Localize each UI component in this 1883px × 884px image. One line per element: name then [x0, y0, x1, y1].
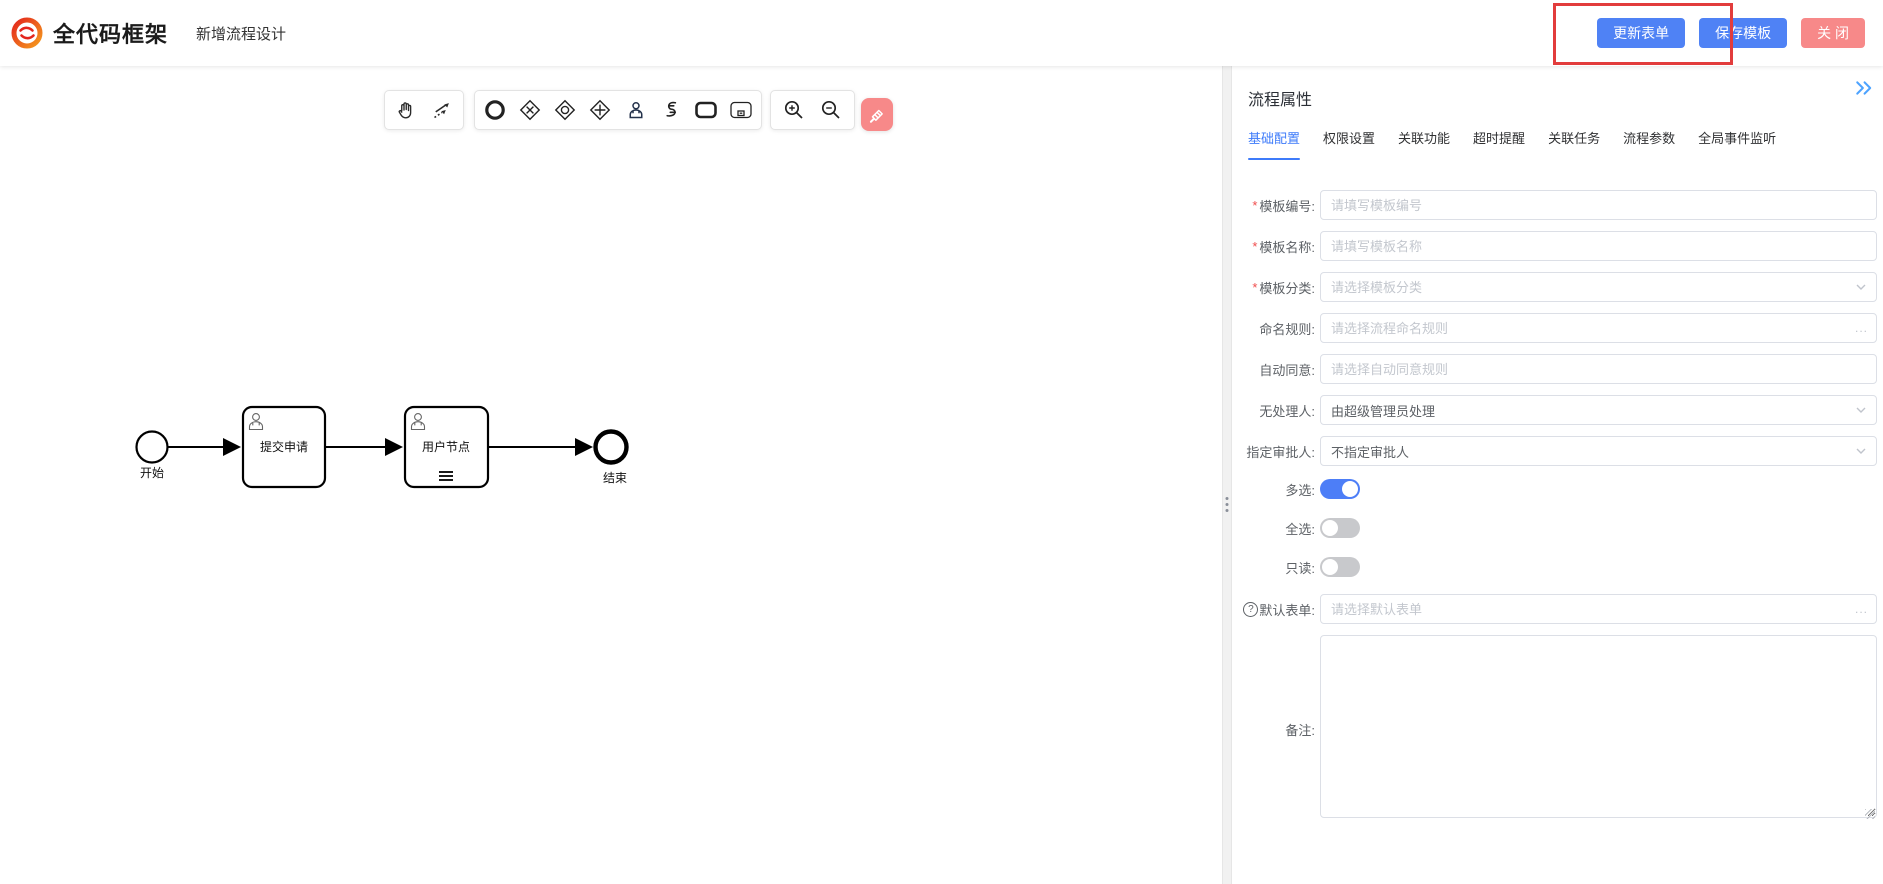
default-form-input[interactable] — [1320, 594, 1877, 624]
field-label: 指定审批人: — [1232, 442, 1320, 461]
paint-brush-icon — [868, 106, 886, 124]
form-row: * 模板名称: — [1232, 231, 1877, 261]
form-row: 指定审批人: — [1232, 436, 1877, 466]
collapse-panel-button[interactable] — [1853, 78, 1875, 100]
process-properties-panel: 流程属性 基础配置 权限设置 关联功能 超时提醒 关联任务 流程参数 全局事件监… — [1232, 66, 1883, 884]
toolbar-group-zoom — [770, 90, 855, 130]
form-row: 多选: — [1232, 477, 1877, 501]
assigned-approver-select[interactable] — [1320, 436, 1877, 466]
multi-select-toggle[interactable] — [1320, 479, 1360, 499]
user-task-node[interactable]: 提交申请 — [243, 407, 325, 487]
required-asterisk: * — [1252, 280, 1257, 295]
no-handler-select[interactable] — [1320, 395, 1877, 425]
tab-related-tasks[interactable]: 关联任务 — [1548, 128, 1600, 160]
start-event-icon[interactable] — [480, 95, 510, 125]
start-event-label: 开始 — [140, 466, 164, 480]
user-task-node[interactable]: 用户节点 — [405, 407, 488, 487]
template-category-select[interactable] — [1320, 272, 1877, 302]
field-label: 备注: — [1232, 720, 1320, 739]
zoom-out-icon[interactable] — [816, 95, 846, 125]
tab-related-functions[interactable]: 关联功能 — [1398, 128, 1450, 160]
panel-resize-handle[interactable] — [1222, 66, 1232, 884]
field-label: * 模板名称: — [1232, 237, 1320, 256]
field-label: * 模板编号: — [1232, 196, 1320, 215]
tab-global-event-listener[interactable]: 全局事件监听 — [1698, 128, 1776, 160]
remark-textarea[interactable] — [1320, 635, 1877, 818]
end-event-node[interactable]: 结束 — [596, 432, 628, 486]
bpmn-canvas[interactable]: 开始 提交申请 用户节点 — [0, 66, 1222, 884]
help-icon[interactable]: ? — [1243, 602, 1258, 617]
task-label: 用户节点 — [422, 439, 470, 454]
form-row: * 模板编号: — [1232, 190, 1877, 220]
bpmn-diagram: 开始 提交申请 用户节点 — [100, 376, 680, 526]
beautify-button[interactable] — [861, 98, 893, 131]
form-row: 无处理人: — [1232, 395, 1877, 425]
select-all-toggle[interactable] — [1320, 518, 1360, 538]
update-form-button[interactable]: 更新表单 — [1597, 18, 1685, 48]
form-row: 自动同意: — [1232, 354, 1877, 384]
hand-tool-icon[interactable] — [391, 95, 421, 125]
panel-title: 流程属性 — [1248, 86, 1312, 110]
app-header: 全代码框架 新增流程设计 更新表单 保存模板 关 闭 — [0, 0, 1883, 66]
field-label: 命名规则: — [1232, 319, 1320, 338]
toolbar-group-elements — [474, 90, 762, 130]
template-name-input[interactable] — [1320, 231, 1877, 261]
tab-basic-config[interactable]: 基础配置 — [1248, 128, 1300, 160]
form-row: 全选: — [1232, 516, 1877, 540]
header-actions: 更新表单 保存模板 关 闭 — [1597, 18, 1867, 48]
double-chevron-right-icon — [1855, 80, 1873, 96]
tab-process-parameters[interactable]: 流程参数 — [1623, 128, 1675, 160]
field-label: 全选: — [1232, 519, 1320, 538]
user-task-icon[interactable] — [621, 95, 651, 125]
template-code-input[interactable] — [1320, 190, 1877, 220]
brand-name: 全代码框架 — [53, 17, 168, 49]
basic-config-form: * 模板编号: * 模板名称: * 模板分类: — [1232, 190, 1883, 834]
field-label: ? 默认表单: — [1232, 600, 1320, 619]
naming-rule-input[interactable] — [1320, 313, 1877, 343]
end-event-label: 结束 — [603, 471, 627, 485]
form-row: 命名规则: ... — [1232, 313, 1877, 343]
zoom-in-icon[interactable] — [779, 95, 809, 125]
field-label: 多选: — [1232, 480, 1320, 499]
inclusive-gateway-icon[interactable] — [550, 95, 580, 125]
app-logo-icon — [10, 16, 44, 50]
main-area: 开始 提交申请 用户节点 — [0, 66, 1883, 884]
tab-timeout-reminder[interactable]: 超时提醒 — [1473, 128, 1525, 160]
toolbar-group-select — [384, 90, 464, 130]
drag-dots-icon — [1226, 494, 1229, 515]
field-label: * 模板分类: — [1232, 278, 1320, 297]
readonly-toggle[interactable] — [1320, 557, 1360, 577]
required-asterisk: * — [1252, 198, 1257, 213]
form-row: * 模板分类: — [1232, 272, 1877, 302]
task-icon[interactable] — [691, 95, 721, 125]
panel-tabs: 基础配置 权限设置 关联功能 超时提醒 关联任务 流程参数 全局事件监听 — [1248, 128, 1776, 160]
field-label: 只读: — [1232, 558, 1320, 577]
brand: 全代码框架 — [10, 16, 168, 50]
field-label: 自动同意: — [1232, 360, 1320, 379]
auto-agree-input[interactable] — [1320, 354, 1877, 384]
page-title: 新增流程设计 — [196, 23, 286, 44]
save-template-button[interactable]: 保存模板 — [1699, 18, 1787, 48]
field-label: 无处理人: — [1232, 401, 1320, 420]
start-event-node[interactable]: 开始 — [137, 432, 168, 481]
form-row: 只读: — [1232, 555, 1877, 579]
form-row: 备注: — [1232, 635, 1877, 823]
task-label: 提交申请 — [260, 439, 308, 454]
form-row: ? 默认表单: ... — [1232, 594, 1877, 624]
connect-tool-icon[interactable] — [427, 95, 457, 125]
parallel-gateway-icon[interactable] — [585, 95, 615, 125]
required-asterisk: * — [1252, 239, 1257, 254]
exclusive-gateway-icon[interactable] — [515, 95, 545, 125]
script-task-icon[interactable] — [656, 95, 686, 125]
close-button[interactable]: 关 闭 — [1801, 18, 1865, 48]
tab-permission-settings[interactable]: 权限设置 — [1323, 128, 1375, 160]
subprocess-icon[interactable] — [726, 95, 756, 125]
